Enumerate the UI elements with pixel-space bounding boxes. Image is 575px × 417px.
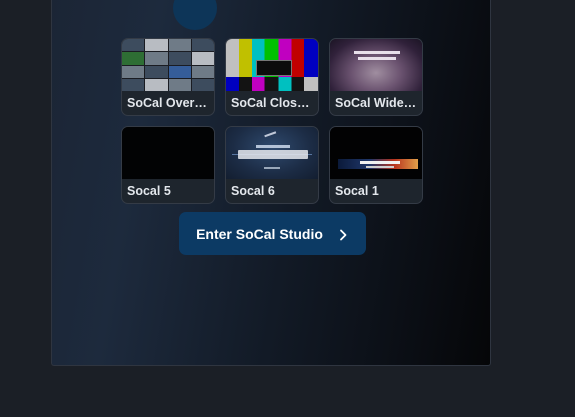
camera-card-socal-close[interactable]: SoCal Close ...	[225, 38, 319, 116]
camera-thumbnail	[226, 39, 318, 91]
camera-thumbnail	[226, 127, 318, 179]
camera-card-socal-overhead[interactable]: SoCal Overh...	[121, 38, 215, 116]
camera-label: Socal 6	[231, 184, 275, 198]
chevron-right-icon	[337, 228, 349, 240]
avatar	[173, 0, 217, 30]
camera-card-socal-5[interactable]: Socal 5	[121, 126, 215, 204]
enter-studio-button[interactable]: Enter SoCal Studio	[179, 212, 366, 255]
camera-label: Socal 1	[335, 184, 379, 198]
camera-card-socal-1[interactable]: Socal 1	[329, 126, 423, 204]
camera-card-socal-6[interactable]: Socal 6	[225, 126, 319, 204]
camera-thumbnail	[122, 39, 214, 91]
camera-thumbnail	[122, 127, 214, 179]
camera-card-socal-wide[interactable]: SoCal Wide ...	[329, 38, 423, 116]
camera-label: SoCal Wide ...	[335, 96, 418, 110]
camera-thumbnail	[330, 127, 422, 179]
enter-studio-label: Enter SoCal Studio	[196, 225, 323, 242]
camera-grid: SoCal Overh... SoCal Close ... SoCal Wid…	[121, 38, 423, 204]
camera-label: Socal 5	[127, 184, 171, 198]
camera-thumbnail	[330, 39, 422, 91]
studio-panel: SoCal Overh... SoCal Close ... SoCal Wid…	[51, 0, 491, 366]
camera-label: SoCal Overh...	[127, 96, 213, 110]
camera-label: SoCal Close ...	[231, 96, 318, 110]
